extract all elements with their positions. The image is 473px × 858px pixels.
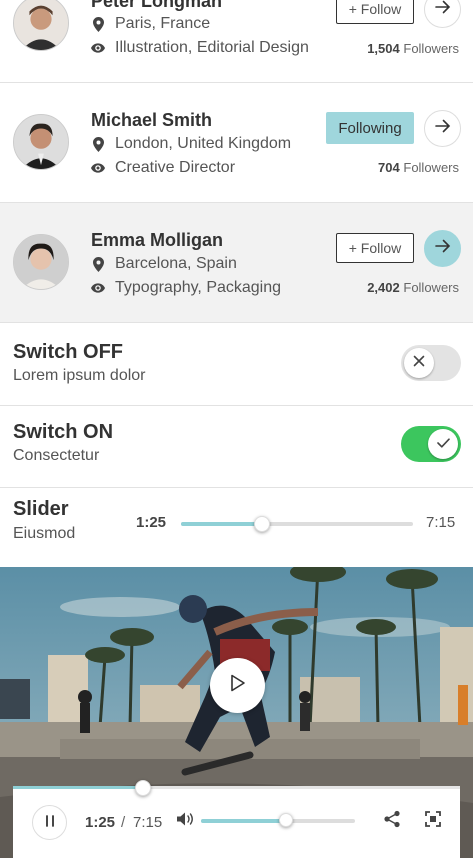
profile-interests: Illustration, Editorial Design <box>91 39 309 57</box>
video-progress-bar[interactable] <box>13 786 460 789</box>
followers-number: 2,402 <box>367 280 400 295</box>
profile-interests-text: Typography, Packaging <box>115 279 282 296</box>
arrow-right-icon <box>434 0 451 19</box>
profile-location: Paris, France <box>91 15 210 33</box>
switch-off-row: Switch OFF Lorem ipsum dolor <box>0 323 473 406</box>
eye-icon <box>91 160 105 176</box>
video-progress-thumb[interactable] <box>134 780 151 796</box>
followers-label: Followers <box>403 280 459 295</box>
avatar[interactable] <box>13 0 69 51</box>
followers-number: 704 <box>378 160 400 175</box>
arrow-right-icon <box>434 119 451 138</box>
map-pin-icon <box>91 136 105 152</box>
profile-location: London, United Kingdom <box>91 135 291 153</box>
switch-on-row: Switch ON Consectetur <box>0 406 473 488</box>
slider-track[interactable] <box>181 522 413 526</box>
profile-interests-text: Illustration, Editorial Design <box>115 39 309 56</box>
followers-count: 704 Followers <box>378 160 459 175</box>
slider-total-time: 7:15 <box>426 514 456 531</box>
toggle-switch-on[interactable] <box>401 426 461 462</box>
map-pin-icon <box>91 16 105 32</box>
video-time-separator: / <box>121 814 126 831</box>
profile-card: Emma Molligan Barcelona, Spain Typograph… <box>0 203 473 323</box>
view-profile-button[interactable] <box>424 110 461 147</box>
followers-count: 2,402 Followers <box>367 280 459 295</box>
profile-location: Barcelona, Spain <box>91 255 237 273</box>
avatar[interactable] <box>13 234 69 290</box>
fullscreen-icon <box>425 810 441 832</box>
profile-location-text: Barcelona, Spain <box>115 255 237 272</box>
video-progress-fill <box>13 786 143 789</box>
volume-icon <box>176 811 194 832</box>
fullscreen-button[interactable] <box>422 810 444 832</box>
video-total-time: 7:15 <box>133 814 163 831</box>
check-icon <box>436 435 450 453</box>
slider-title: Slider <box>13 498 69 520</box>
volume-slider-fill <box>201 819 286 823</box>
profile-interests: Typography, Packaging <box>91 279 281 297</box>
toggle-knob <box>404 348 434 378</box>
slider-fill <box>181 522 263 526</box>
profile-card: Peter Longman Paris, France Illustration… <box>0 0 473 83</box>
followers-label: Followers <box>403 41 459 56</box>
switch-on-subtitle: Consectetur <box>13 447 100 464</box>
profile-location-text: London, United Kingdom <box>115 135 292 152</box>
follow-button[interactable]: + Follow <box>336 233 414 263</box>
followers-label: Followers <box>403 160 459 175</box>
profile-card: Michael Smith London, United Kingdom Cre… <box>0 83 473 203</box>
view-profile-button[interactable] <box>424 230 461 267</box>
followers-number: 1,504 <box>367 41 400 56</box>
share-icon <box>383 810 401 833</box>
video-current-time: 1:25 <box>85 814 116 831</box>
profile-location-text: Paris, France <box>115 15 211 32</box>
eye-icon <box>91 40 105 56</box>
eye-icon <box>91 280 105 296</box>
share-button[interactable] <box>381 810 403 832</box>
view-profile-button[interactable] <box>424 0 461 28</box>
toggle-knob <box>428 429 458 459</box>
switch-on-title: Switch ON <box>13 421 114 443</box>
pause-button[interactable] <box>32 805 67 840</box>
slider-thumb[interactable] <box>254 516 271 532</box>
follow-button[interactable]: + Follow <box>336 0 414 24</box>
profile-interests-text: Creative Director <box>115 159 236 176</box>
slider-subtitle: Eiusmod <box>13 525 76 542</box>
pause-icon <box>45 814 55 832</box>
profile-name: Emma Molligan <box>91 230 224 250</box>
switch-off-subtitle: Lorem ipsum dolor <box>13 367 146 384</box>
toggle-switch-off[interactable] <box>401 345 461 381</box>
map-pin-icon <box>91 256 105 272</box>
profile-interests: Creative Director <box>91 159 235 177</box>
avatar[interactable] <box>13 114 69 170</box>
followers-count: 1,504 Followers <box>367 41 459 56</box>
play-button[interactable] <box>210 658 265 713</box>
volume-button[interactable] <box>174 810 196 832</box>
arrow-right-icon <box>434 239 451 258</box>
slider-current-time: 1:25 <box>136 514 167 531</box>
following-button[interactable]: Following <box>326 112 414 144</box>
slider-row: Slider Eiusmod 1:25 7:15 <box>0 488 473 567</box>
profile-name: Peter Longman <box>91 0 223 11</box>
switch-off-title: Switch OFF <box>13 341 123 363</box>
play-icon <box>230 674 246 697</box>
volume-slider-thumb[interactable] <box>278 813 293 827</box>
profile-name: Michael Smith <box>91 110 213 130</box>
close-icon <box>413 354 425 372</box>
